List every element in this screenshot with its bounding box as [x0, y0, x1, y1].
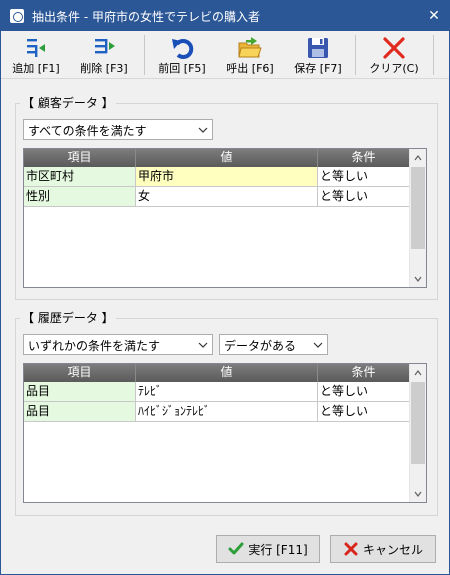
scrollbar-thumb[interactable]: [411, 382, 425, 464]
folder-open-icon: [238, 37, 262, 58]
run-button[interactable]: 実行 [F11]: [216, 535, 320, 563]
scroll-down-button[interactable]: [410, 270, 426, 287]
customer-conditions-grid: 項目 値 条件 市区町村 甲府市 と等しい 性別 女 と等しい: [23, 148, 427, 288]
clear-button-label: クリア(C): [369, 62, 419, 75]
checkmark-icon: [228, 542, 244, 555]
customer-match-mode-select[interactable]: すべての条件を満たす: [23, 119, 213, 140]
grid-header: 項目 値 条件: [24, 149, 410, 167]
column-header-condition: 条件: [318, 364, 410, 382]
column-header-field: 項目: [24, 149, 136, 167]
previous-button-label: 前回 [F5]: [158, 62, 206, 75]
scroll-up-button[interactable]: [410, 149, 426, 166]
history-match-mode-select[interactable]: いずれかの条件を満たす: [23, 334, 213, 355]
history-existence-value: データがある: [224, 339, 297, 353]
grid-header: 項目 値 条件: [24, 364, 410, 382]
chevron-down-icon: [313, 342, 323, 348]
toolbar-separator: [433, 35, 434, 75]
field-cell[interactable]: 性別: [24, 187, 136, 207]
add-button-label: 追加 [F1]: [12, 62, 60, 75]
history-data-title: 【 履歴データ 】: [20, 309, 116, 326]
toolbar: 追加 [F1] 削除 [F3] 前回 [F5] 呼出 [F6] 保存 [F7] …: [1, 31, 449, 79]
scrollbar-thumb[interactable]: [411, 167, 425, 249]
add-button[interactable]: 追加 [F1]: [7, 33, 65, 77]
chevron-down-icon: [198, 342, 208, 348]
floppy-disk-icon: [308, 38, 328, 58]
load-button[interactable]: 呼出 [F6]: [221, 33, 279, 77]
column-header-value: 値: [136, 149, 318, 167]
run-button-label: 実行 [F11]: [248, 542, 308, 557]
chevron-down-icon: [414, 276, 422, 282]
close-button[interactable]: ✕: [419, 1, 449, 31]
value-cell[interactable]: 女: [136, 187, 318, 207]
customer-data-title: 【 顧客データ 】: [20, 94, 116, 111]
delete-condition-icon: [95, 39, 115, 54]
delete-button[interactable]: 削除 [F3]: [75, 33, 133, 77]
chevron-up-icon: [414, 369, 422, 375]
column-header-value: 値: [136, 364, 318, 382]
title-bar: 抽出条件 - 甲府市の女性でテレビの購入者 ✕: [1, 1, 449, 31]
window-title: 抽出条件 - 甲府市の女性でテレビの購入者: [32, 10, 260, 24]
app-icon: [10, 9, 24, 23]
scroll-down-button[interactable]: [410, 485, 426, 502]
scroll-up-button[interactable]: [410, 364, 426, 381]
value-cell[interactable]: ﾊｲﾋﾞｼﾞｮﾝﾃﾚﾋﾞ: [136, 402, 318, 422]
save-button[interactable]: 保存 [F7]: [289, 33, 347, 77]
condition-cell[interactable]: と等しい: [318, 382, 410, 402]
value-cell[interactable]: ﾃﾚﾋﾞ: [136, 382, 318, 402]
history-existence-select[interactable]: データがある: [219, 334, 328, 355]
customer-match-mode-value: すべての条件を満たす: [28, 124, 147, 138]
close-icon: ✕: [428, 8, 440, 24]
load-button-label: 呼出 [F6]: [226, 62, 274, 75]
undo-icon: [172, 38, 194, 59]
column-header-condition: 条件: [318, 149, 410, 167]
toolbar-separator: [144, 35, 145, 75]
field-cell[interactable]: 市区町村: [24, 167, 136, 187]
condition-cell[interactable]: と等しい: [318, 187, 410, 207]
chevron-up-icon: [414, 154, 422, 160]
chevron-down-icon: [414, 491, 422, 497]
field-cell[interactable]: 品目: [24, 382, 136, 402]
history-match-mode-value: いずれかの条件を満たす: [28, 339, 161, 353]
add-condition-icon: [27, 39, 45, 57]
field-cell[interactable]: 品目: [24, 402, 136, 422]
vertical-scrollbar[interactable]: [409, 364, 426, 502]
chevron-down-icon: [198, 127, 208, 133]
value-cell[interactable]: 甲府市: [136, 167, 318, 187]
cancel-x-icon: [344, 542, 358, 556]
clear-button[interactable]: クリア(C): [363, 33, 425, 77]
condition-cell[interactable]: と等しい: [318, 167, 410, 187]
column-header-field: 項目: [24, 364, 136, 382]
delete-button-label: 削除 [F3]: [80, 62, 128, 75]
condition-cell[interactable]: と等しい: [318, 402, 410, 422]
toolbar-separator: [355, 35, 356, 75]
vertical-scrollbar[interactable]: [409, 149, 426, 287]
previous-button[interactable]: 前回 [F5]: [153, 33, 211, 77]
save-button-label: 保存 [F7]: [294, 62, 342, 75]
cancel-button-label: キャンセル: [362, 542, 423, 557]
history-conditions-grid: 項目 値 条件 品目 ﾃﾚﾋﾞ と等しい 品目 ﾊｲﾋﾞｼﾞｮﾝﾃﾚﾋﾞ と等し…: [23, 363, 427, 503]
cancel-button[interactable]: キャンセル: [330, 535, 436, 563]
dialog-window: 抽出条件 - 甲府市の女性でテレビの購入者 ✕ 追加 [F1] 削除 [F3] …: [0, 0, 450, 575]
clear-x-icon: [383, 37, 405, 59]
